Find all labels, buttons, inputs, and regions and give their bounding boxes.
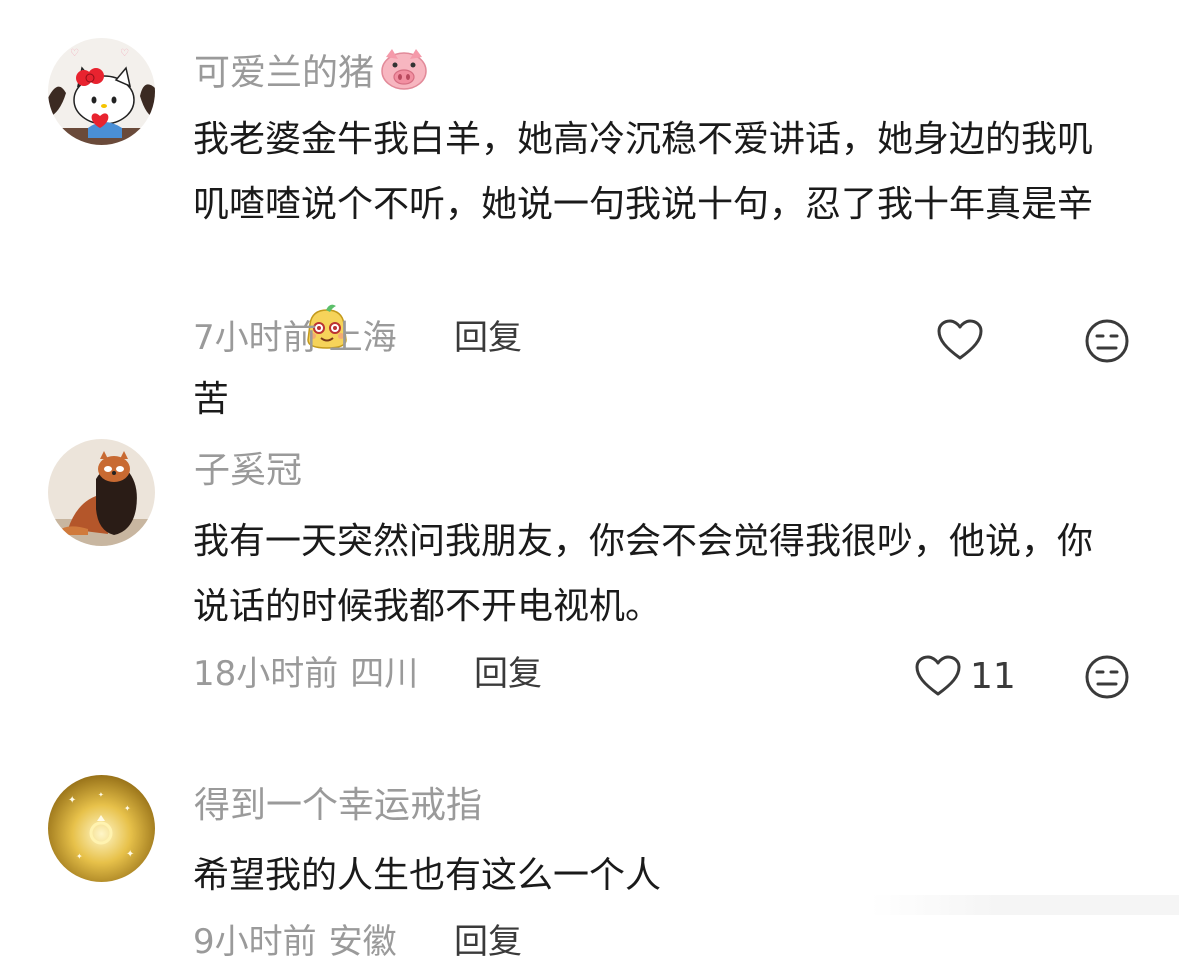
- avatar-hello-kitty-image: ♡ ♡: [48, 38, 155, 145]
- comment-location: 四川: [350, 654, 419, 694]
- comment-meta: 7小时前 上海: [193, 316, 397, 360]
- like-count: 11: [970, 655, 1016, 697]
- svg-text:✦: ✦: [98, 791, 104, 799]
- meh-face-icon: [1085, 655, 1129, 699]
- avatar-gold-ring-image: ✦ ✦ ✦ ✦ ✦: [48, 775, 155, 882]
- heart-outline-icon: [915, 655, 961, 696]
- meh-face-icon: [1085, 319, 1129, 363]
- svg-text:✦: ✦: [76, 852, 83, 861]
- comment-location: 上海: [328, 318, 397, 358]
- comment-meta: 18小时前 四川: [193, 652, 418, 696]
- comment-body: 希望我的人生也有这么一个人: [193, 855, 662, 896]
- comment-location: 安徽: [328, 922, 397, 962]
- username-text: 子奚冠: [194, 450, 303, 491]
- comment-time: 9小时前: [193, 922, 317, 962]
- like-button[interactable]: [936, 315, 992, 365]
- like-button[interactable]: 11: [914, 651, 1016, 701]
- comment-body: 我有一天突然问我朋友，你会不会觉得我很吵，他说，你说话的时候我都不开电视机。: [193, 521, 1094, 627]
- svg-text:✦: ✦: [126, 849, 134, 860]
- avatar[interactable]: ♡ ♡: [48, 38, 155, 145]
- username-text: 可爱兰的猪: [194, 52, 375, 94]
- avatar-red-panda-image: [48, 439, 155, 546]
- heart-outline-icon: [937, 319, 983, 360]
- reply-button[interactable]: 回复: [454, 316, 522, 360]
- pig-face-icon: [378, 47, 430, 102]
- username[interactable]: 可爱兰的猪: [194, 47, 430, 102]
- dislike-button[interactable]: [1083, 653, 1131, 701]
- watermark-strip: [870, 895, 1179, 915]
- username[interactable]: 子奚冠: [194, 449, 302, 493]
- svg-text:✦: ✦: [68, 795, 76, 806]
- comment-text: 我有一天突然问我朋友，你会不会觉得我很吵，他说，你说话的时候我都不开电视机。: [193, 509, 1123, 639]
- avatar[interactable]: ✦ ✦ ✦ ✦ ✦: [48, 775, 155, 882]
- reply-button[interactable]: 回复: [454, 920, 522, 964]
- username-text: 得到一个幸运戒指: [194, 785, 483, 826]
- reply-button[interactable]: 回复: [474, 652, 542, 696]
- comment-time: 7小时前: [193, 318, 317, 358]
- comment-text: 我老婆金牛我白羊，她高冷沉稳不爱讲话，她身边的我叽叽喳喳说个不听，她说一句我说十…: [193, 107, 1123, 438]
- avatar[interactable]: [48, 439, 155, 546]
- svg-text:♡: ♡: [70, 48, 79, 59]
- username[interactable]: 得到一个幸运戒指: [194, 784, 482, 828]
- svg-text:♡: ♡: [120, 48, 129, 59]
- comment-time: 18小时前: [193, 654, 339, 694]
- comment-meta: 9小时前 安徽: [193, 920, 397, 964]
- dislike-button[interactable]: [1083, 317, 1131, 365]
- svg-text:✦: ✦: [124, 804, 131, 813]
